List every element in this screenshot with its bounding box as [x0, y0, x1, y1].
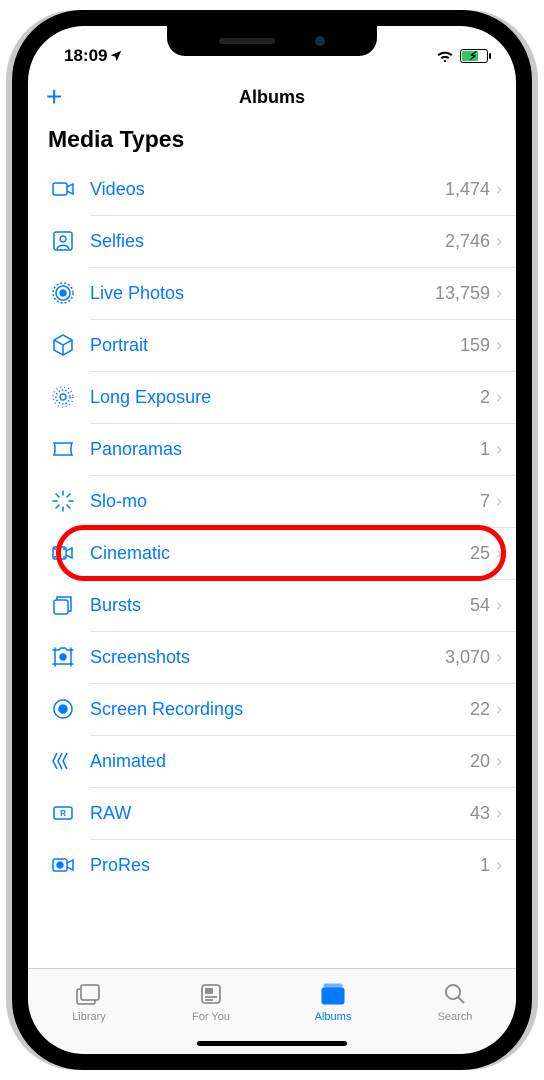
row-count: 159: [460, 335, 496, 356]
section-header: Media Types: [28, 120, 516, 163]
video-icon: [48, 177, 78, 201]
svg-text:R: R: [60, 809, 66, 818]
tab-search[interactable]: Search: [394, 969, 516, 1036]
row-count: 1: [480, 855, 496, 876]
cube-icon: [48, 333, 78, 357]
tab-albums[interactable]: Albums: [272, 969, 394, 1036]
slomo-icon: [48, 489, 78, 513]
chevron-right-icon: ›: [496, 491, 516, 512]
row-count: 54: [470, 595, 496, 616]
library-tab-icon: [75, 982, 103, 1009]
tab-label: For You: [192, 1011, 230, 1023]
content: Media Types Videos1,474›Selfies2,746›Liv…: [28, 120, 516, 968]
tab-label: Albums: [315, 1011, 352, 1023]
tab-label: Search: [438, 1011, 473, 1023]
raw-icon: R: [48, 801, 78, 825]
burst-icon: [48, 593, 78, 617]
list-item[interactable]: Videos1,474›: [48, 163, 516, 215]
row-count: 43: [470, 803, 496, 824]
tab-library[interactable]: Library: [28, 969, 150, 1036]
cinematic-icon: [48, 541, 78, 565]
list-item[interactable]: Screen Recordings22›: [48, 683, 516, 735]
home-indicator: [197, 1041, 347, 1046]
animated-icon: [48, 749, 78, 773]
row-count: 1,474: [445, 179, 496, 200]
row-label: ProRes: [78, 855, 480, 876]
screen: 18:09 ⚡︎ + Albums Media Types Videos1,47…: [28, 26, 516, 1054]
chevron-right-icon: ›: [496, 335, 516, 356]
tab-label: Library: [72, 1011, 106, 1023]
row-count: 2: [480, 387, 496, 408]
nav-title: Albums: [239, 87, 305, 108]
row-count: 13,759: [435, 283, 496, 304]
add-button[interactable]: +: [46, 81, 62, 113]
chevron-right-icon: ›: [496, 803, 516, 824]
row-label: Live Photos: [78, 283, 435, 304]
list-item[interactable]: Panoramas1›: [48, 423, 516, 475]
list-item[interactable]: Screenshots3,070›: [48, 631, 516, 683]
notch: [167, 26, 377, 56]
chevron-right-icon: ›: [496, 387, 516, 408]
chevron-right-icon: ›: [496, 751, 516, 772]
chevron-right-icon: ›: [496, 647, 516, 668]
list-item[interactable]: Cinematic25›: [48, 527, 516, 579]
list-item[interactable]: Portrait159›: [48, 319, 516, 371]
nav-bar: + Albums: [28, 74, 516, 120]
row-label: Slo-mo: [78, 491, 480, 512]
list-item[interactable]: R RAW43›: [48, 787, 516, 839]
row-count: 1: [480, 439, 496, 460]
list-item[interactable]: ProRes1›: [48, 839, 516, 891]
chevron-right-icon: ›: [496, 595, 516, 616]
row-label: Screen Recordings: [78, 699, 470, 720]
chevron-right-icon: ›: [496, 855, 516, 876]
live-photo-icon: [48, 281, 78, 305]
list-item[interactable]: Live Photos13,759›: [48, 267, 516, 319]
albums-tab-icon: [319, 982, 347, 1009]
record-icon: [48, 697, 78, 721]
row-label: RAW: [78, 803, 470, 824]
tab-for-you[interactable]: For You: [150, 969, 272, 1036]
prores-icon: [48, 853, 78, 877]
foryou-tab-icon: [199, 982, 223, 1009]
chevron-right-icon: ›: [496, 699, 516, 720]
row-label: Panoramas: [78, 439, 480, 460]
row-count: 22: [470, 699, 496, 720]
row-count: 7: [480, 491, 496, 512]
phone-frame: 18:09 ⚡︎ + Albums Media Types Videos1,47…: [12, 10, 532, 1070]
list-item[interactable]: Animated20›: [48, 735, 516, 787]
chevron-right-icon: ›: [496, 439, 516, 460]
chevron-right-icon: ›: [496, 283, 516, 304]
long-exposure-icon: [48, 385, 78, 409]
chevron-right-icon: ›: [496, 543, 516, 564]
list-item[interactable]: Long Exposure2›: [48, 371, 516, 423]
location-icon: [109, 49, 123, 63]
chevron-right-icon: ›: [496, 179, 516, 200]
person-crop-icon: [48, 229, 78, 253]
wifi-icon: [436, 49, 454, 63]
row-label: Animated: [78, 751, 470, 772]
row-label: Videos: [78, 179, 445, 200]
row-label: Selfies: [78, 231, 445, 252]
row-label: Long Exposure: [78, 387, 480, 408]
row-count: 25: [470, 543, 496, 564]
screenshot-icon: [48, 645, 78, 669]
row-label: Portrait: [78, 335, 460, 356]
panorama-icon: [48, 437, 78, 461]
chevron-right-icon: ›: [496, 231, 516, 252]
row-label: Cinematic: [78, 543, 470, 564]
list-item[interactable]: Selfies2,746›: [48, 215, 516, 267]
row-count: 3,070: [445, 647, 496, 668]
search-tab-icon: [443, 982, 467, 1009]
row-label: Bursts: [78, 595, 470, 616]
list-item[interactable]: Bursts54›: [48, 579, 516, 631]
row-count: 2,746: [445, 231, 496, 252]
list-item[interactable]: Slo-mo7›: [48, 475, 516, 527]
battery-icon: ⚡︎: [460, 49, 488, 63]
status-time: 18:09: [64, 46, 107, 66]
row-count: 20: [470, 751, 496, 772]
row-label: Screenshots: [78, 647, 445, 668]
media-types-list: Videos1,474›Selfies2,746›Live Photos13,7…: [28, 163, 516, 891]
